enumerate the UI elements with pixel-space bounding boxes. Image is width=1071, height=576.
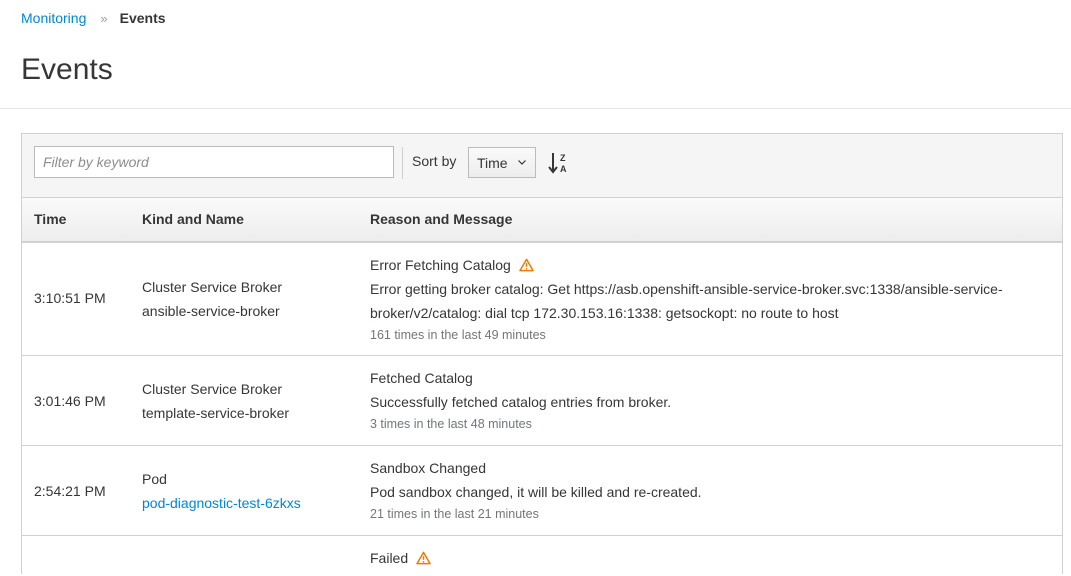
page-title: Events [21, 53, 113, 86]
event-time: 3:01:46 PM [34, 393, 106, 409]
event-name: template-service-broker [142, 405, 290, 421]
svg-text:A: A [560, 164, 567, 174]
table-row: 3:01:46 PM Cluster Service Broker templa… [22, 356, 1062, 446]
event-count: 161 times in the last 49 minutes [370, 328, 546, 342]
column-header-reason-message[interactable]: Reason and Message [370, 211, 512, 227]
event-kind: Pod [142, 471, 167, 487]
event-reason-message: Error Fetching Catalog Error getting bro… [370, 253, 1050, 345]
event-time: 2:54:21 PM [34, 483, 106, 499]
events-panel: Sort by Time Z A Time Kind and Name Reas… [21, 133, 1063, 576]
event-reason-message: Sandbox Changed Pod sandbox changed, it … [370, 456, 1050, 524]
column-header-time[interactable]: Time [34, 211, 66, 227]
event-count: 3 times in the last 48 minutes [370, 417, 532, 431]
event-kind: Cluster Service Broker [142, 279, 283, 295]
event-name: ansible-service-broker [142, 303, 280, 319]
event-reason: Sandbox Changed [370, 460, 486, 476]
event-kind-name: Cluster Service Broker ansible-service-b… [142, 275, 282, 323]
table-row: 3:10:51 PM Cluster Service Broker ansibl… [22, 243, 1062, 356]
event-time: 3:10:51 PM [34, 290, 106, 306]
table-header: Time Kind and Name Reason and Message [22, 198, 1062, 243]
chevron-down-icon [518, 160, 526, 165]
event-kind-name: Cluster Service Broker template-service-… [142, 377, 289, 425]
breadcrumb-link-monitoring[interactable]: Monitoring [21, 10, 86, 26]
event-message: Pod sandbox changed, it will be killed a… [370, 484, 702, 500]
event-kind: Cluster Service Broker [142, 381, 283, 397]
breadcrumb-current: Events [119, 10, 166, 26]
sort-field-value: Time [477, 154, 508, 171]
event-message: Error getting broker catalog: Get https:… [370, 281, 1003, 321]
event-kind-name: Pod pod-diagnostic-test-6zkxs [142, 467, 301, 515]
event-count: 21 times in the last 21 minutes [370, 507, 539, 521]
sort-label: Sort by [412, 153, 457, 169]
warning-icon [519, 258, 534, 272]
toolbar-divider [402, 147, 403, 179]
header-divider [0, 108, 1071, 109]
breadcrumb: Monitoring » Events [21, 9, 166, 27]
column-header-kind-name[interactable]: Kind and Name [142, 211, 244, 227]
event-reason-message: Fetched Catalog Successfully fetched cat… [370, 366, 1050, 434]
events-toolbar: Sort by Time Z A [22, 134, 1062, 198]
warning-icon [416, 551, 431, 565]
filter-keyword-input[interactable] [34, 146, 394, 178]
table-row: 2:54:21 PM Pod pod-diagnostic-test-6zkxs… [22, 446, 1062, 536]
sort-alpha-desc-icon[interactable]: Z A [548, 151, 570, 175]
event-name-link[interactable]: pod-diagnostic-test-6zkxs [142, 495, 301, 511]
table-row: Failed [22, 536, 1062, 576]
svg-text:Z: Z [560, 153, 566, 163]
event-reason: Fetched Catalog [370, 370, 473, 386]
event-reason: Failed [370, 550, 409, 566]
event-message: Successfully fetched catalog entries fro… [370, 394, 672, 410]
event-reason-message: Failed [370, 546, 1050, 570]
breadcrumb-separator-icon: » [100, 10, 108, 26]
event-reason: Error Fetching Catalog [370, 257, 511, 273]
sort-field-dropdown[interactable]: Time [468, 147, 536, 178]
